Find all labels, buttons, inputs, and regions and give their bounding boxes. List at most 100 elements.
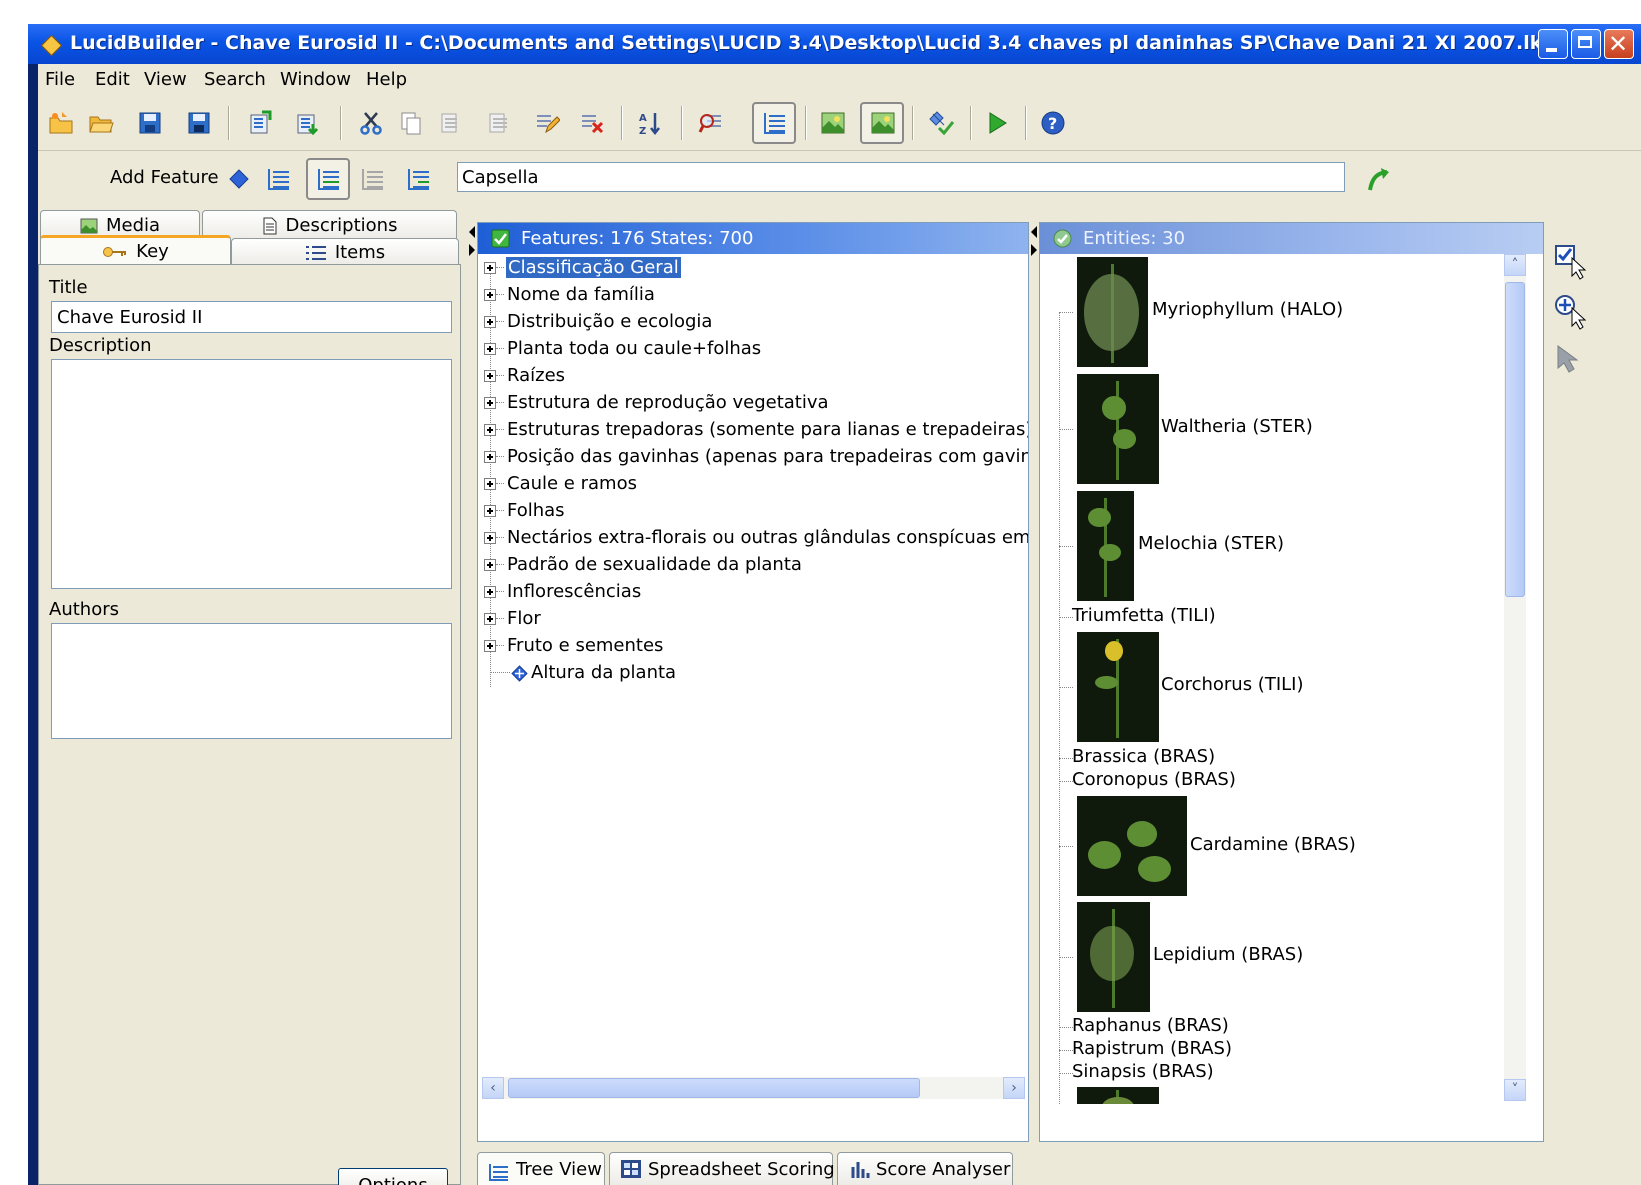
check-circle-icon[interactable] (1053, 229, 1072, 248)
split-left-arrow-icon[interactable] (1031, 226, 1037, 238)
entity-item[interactable]: Myriophyllum (HALO) (1040, 257, 1500, 367)
maximize-button[interactable] (1571, 29, 1601, 59)
entity-item[interactable]: Sinapsis (BRAS) (1040, 1061, 1500, 1085)
split-right-arrow-icon[interactable] (469, 244, 475, 256)
paste-button[interactable] (436, 108, 466, 138)
scroll-up-button[interactable]: ˄ (1504, 254, 1526, 276)
vertical-scrollbar[interactable]: ˄ ˅ (1504, 254, 1526, 1101)
bar-chart-icon (851, 1162, 870, 1178)
options-button[interactable]: Options (338, 1168, 448, 1185)
remove-entity-icon[interactable] (1554, 342, 1588, 378)
title-input[interactable] (51, 301, 452, 333)
save-button[interactable] (135, 108, 165, 138)
tree-list-gray-icon (362, 169, 383, 190)
copy-button[interactable] (396, 108, 426, 138)
entity-image-thumbnail (1077, 796, 1187, 896)
cut-button[interactable] (356, 108, 386, 138)
split-right-arrow-icon[interactable] (1031, 244, 1037, 256)
expand-icon[interactable] (484, 316, 496, 328)
open-button[interactable] (86, 108, 116, 138)
feature-image-button[interactable] (818, 108, 848, 138)
horizontal-scrollbar[interactable]: ‹ › (482, 1077, 1025, 1099)
tab-items[interactable]: Items (231, 238, 459, 266)
scroll-right-button[interactable]: › (1003, 1077, 1025, 1099)
select-entities-icon[interactable] (1554, 244, 1588, 280)
entity-item[interactable]: Cardamine (BRAS) (1040, 796, 1500, 896)
tab-tree-view[interactable]: Tree View (477, 1152, 605, 1185)
expand-icon[interactable] (484, 343, 496, 355)
new-key-button[interactable] (46, 108, 76, 138)
sort-button[interactable]: AZ (635, 108, 665, 138)
menu-window[interactable]: Window (280, 69, 351, 90)
app-diamond-icon (40, 34, 63, 57)
tab-descriptions[interactable]: Descriptions (202, 210, 457, 240)
entity-item[interactable]: Melochia (STER) (1040, 491, 1500, 601)
menu-view[interactable]: View (144, 69, 187, 90)
entity-item[interactable]: Brassica (BRAS) (1040, 746, 1500, 770)
tab-spreadsheet-scoring[interactable]: Spreadsheet Scoring (609, 1152, 835, 1185)
close-button[interactable]: ✕ (1604, 29, 1634, 59)
go-button[interactable] (1363, 164, 1393, 194)
description-textarea[interactable] (51, 359, 452, 589)
expand-icon[interactable] (484, 262, 496, 274)
entity-tree: Myriophyllum (HALO) Waltheria (STER) Mel… (1040, 254, 1500, 1104)
entity-item[interactable]: Raphanus (BRAS) (1040, 1015, 1500, 1039)
validate-button[interactable] (927, 108, 957, 138)
entity-image-button[interactable] (860, 102, 904, 144)
expand-icon[interactable] (484, 559, 496, 571)
export-button[interactable] (293, 108, 323, 138)
scroll-left-button[interactable]: ‹ (482, 1077, 504, 1099)
expand-icon[interactable] (484, 640, 496, 652)
expand-icon[interactable] (484, 613, 496, 625)
tab-key[interactable]: Key (40, 235, 231, 266)
entity-item[interactable]: Corchorus (TILI) (1040, 632, 1500, 742)
entity-item[interactable]: Coronopus (BRAS) (1040, 769, 1500, 793)
toolbar-separator (970, 106, 972, 140)
add-numeric-feature-button[interactable] (404, 164, 434, 194)
scroll-thumb[interactable] (1505, 282, 1525, 597)
expand-icon[interactable] (484, 370, 496, 382)
save-as-button[interactable] (184, 108, 214, 138)
tab-score-analyser[interactable]: Score Analyser (837, 1152, 1013, 1185)
entity-item[interactable]: Waltheria (STER) (1040, 374, 1500, 484)
expand-icon[interactable] (484, 424, 496, 436)
menu-file[interactable]: File (45, 69, 75, 90)
minimize-button[interactable] (1538, 29, 1568, 59)
tree-view-button[interactable] (752, 102, 796, 144)
toolbar-separator (1025, 106, 1027, 140)
paste-special-button[interactable] (484, 108, 514, 138)
help-button[interactable]: ? (1038, 108, 1068, 138)
delete-button[interactable] (577, 108, 607, 138)
add-child-state-button[interactable] (306, 158, 350, 200)
expand-icon[interactable] (484, 478, 496, 490)
expand-icon[interactable] (484, 586, 496, 598)
scroll-thumb[interactable] (508, 1078, 920, 1098)
entity-item[interactable]: Triumfetta (TILI) (1040, 605, 1500, 629)
split-left-arrow-icon[interactable] (469, 226, 475, 238)
checkbox-icon[interactable] (491, 229, 510, 248)
menu-help[interactable]: Help (366, 69, 407, 90)
menu-edit[interactable]: Edit (95, 69, 130, 90)
entity-image-thumbnail (1077, 374, 1159, 484)
features-count: Features: 176 States: 700 (521, 228, 754, 249)
find-button[interactable] (696, 108, 726, 138)
title-bar[interactable]: LucidBuilder - Chave Eurosid II - C:\Doc… (28, 24, 1641, 64)
add-feature-button[interactable] (224, 164, 254, 194)
add-sibling-state-button[interactable] (358, 164, 388, 194)
expand-icon[interactable] (484, 289, 496, 301)
authors-textarea[interactable] (51, 623, 452, 739)
expand-icon[interactable] (484, 397, 496, 409)
expand-icon[interactable] (484, 505, 496, 517)
expand-icon[interactable] (484, 451, 496, 463)
add-entity-icon[interactable] (1554, 294, 1588, 330)
entity-item[interactable]: Lepidium (BRAS) (1040, 902, 1500, 1012)
feature-name-input[interactable] (457, 162, 1345, 192)
expand-icon[interactable] (484, 532, 496, 544)
add-state-button[interactable] (264, 164, 294, 194)
entity-item[interactable]: Rapistrum (BRAS) (1040, 1038, 1500, 1062)
menu-search[interactable]: Search (204, 69, 266, 90)
edit-button[interactable] (532, 108, 562, 138)
scroll-down-button[interactable]: ˅ (1504, 1079, 1526, 1101)
import-button[interactable] (246, 108, 276, 138)
run-key-button[interactable] (982, 108, 1012, 138)
